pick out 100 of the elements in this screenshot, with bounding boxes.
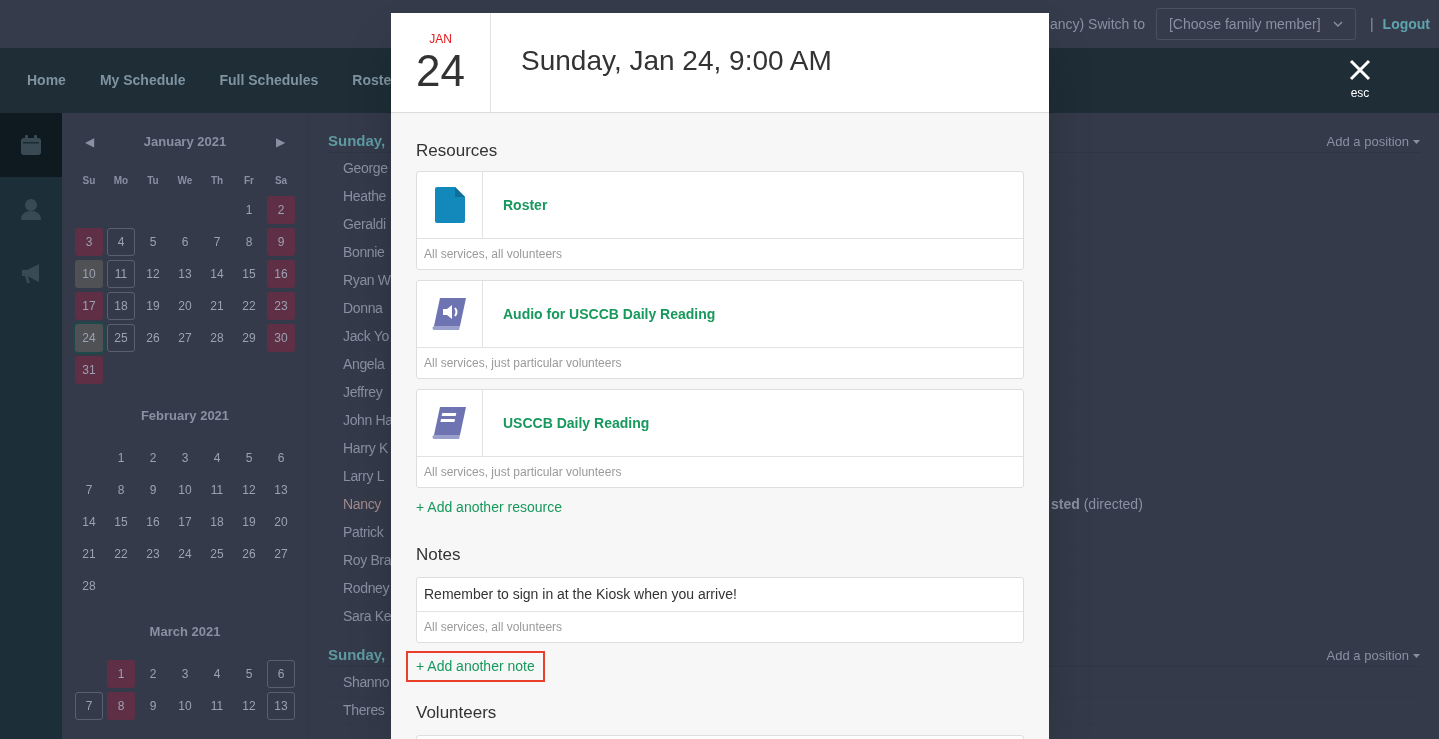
- volunteer-name: Rodney: [343, 579, 391, 598]
- calendar-day[interactable]: 14: [203, 260, 231, 288]
- calendar-day[interactable]: 8: [235, 228, 263, 256]
- resource-link[interactable]: USCCB Daily Reading: [503, 412, 650, 434]
- calendar-day[interactable]: 26: [139, 324, 167, 352]
- day-heading: Sunday,: [328, 131, 387, 152]
- calendar-day[interactable]: 28: [75, 572, 103, 600]
- calendar-day[interactable]: 13: [171, 260, 199, 288]
- calendar-day[interactable]: 3: [171, 444, 199, 472]
- nav-link[interactable]: Roste: [352, 70, 392, 91]
- calendar-day[interactable]: 22: [235, 292, 263, 320]
- add-position-dropdown[interactable]: Add a position: [1326, 131, 1420, 152]
- calendar-day[interactable]: 17: [75, 292, 103, 320]
- calendar-day[interactable]: 9: [267, 228, 295, 256]
- add-note-link[interactable]: + Add another note: [406, 651, 545, 682]
- calendar-day[interactable]: 13: [267, 692, 295, 720]
- calendar-day[interactable]: 15: [235, 260, 263, 288]
- calendar-day[interactable]: 12: [139, 260, 167, 288]
- volunteer-name: Heathe: [343, 187, 388, 206]
- volunteer-name: Ryan W: [343, 271, 391, 290]
- resource-scope: All services, just particular volunteers: [424, 355, 622, 372]
- next-month-button[interactable]: ▶: [276, 133, 285, 151]
- calendar-day[interactable]: 20: [171, 292, 199, 320]
- calendar-day[interactable]: 18: [203, 508, 231, 536]
- calendar-day[interactable]: 22: [107, 540, 135, 568]
- calendar-day[interactable]: 1: [107, 660, 135, 688]
- calendar-day[interactable]: 29: [235, 324, 263, 352]
- add-resource-link[interactable]: + Add another resource: [416, 492, 562, 523]
- calendar-day[interactable]: 21: [203, 292, 231, 320]
- calendar-day[interactable]: 15: [107, 508, 135, 536]
- family-member-select[interactable]: [Choose family member]: [1155, 8, 1356, 40]
- nav-link[interactable]: Full Schedules: [219, 70, 319, 91]
- calendar-day[interactable]: 31: [75, 356, 103, 384]
- nav-link[interactable]: Home: [27, 70, 66, 91]
- calendar-day[interactable]: 5: [235, 660, 263, 688]
- calendar-day[interactable]: 23: [139, 540, 167, 568]
- calendar-day[interactable]: 16: [267, 260, 295, 288]
- calendar-day[interactable]: 19: [235, 508, 263, 536]
- calendar-day[interactable]: 11: [203, 692, 231, 720]
- logout-link[interactable]: Logout: [1382, 13, 1430, 35]
- calendar-day[interactable]: 26: [235, 540, 263, 568]
- calendar-day[interactable]: 20: [267, 508, 295, 536]
- close-button[interactable]: [1348, 58, 1372, 82]
- calendar-day[interactable]: 19: [139, 292, 167, 320]
- calendar-day[interactable]: 3: [171, 660, 199, 688]
- calendar-day[interactable]: 11: [203, 476, 231, 504]
- calendar-day[interactable]: 8: [107, 476, 135, 504]
- volunteer-name: Geraldi: [343, 215, 387, 234]
- volunteer-name: Theres: [343, 701, 386, 720]
- calendar-day[interactable]: 5: [139, 228, 167, 256]
- audio-book-icon: [431, 296, 468, 332]
- previous-month-button[interactable]: ◀: [85, 133, 94, 151]
- calendar-day[interactable]: 17: [171, 508, 199, 536]
- resource-link[interactable]: Roster: [503, 194, 548, 216]
- calendar-day[interactable]: 2: [139, 444, 167, 472]
- calendar-day[interactable]: 21: [75, 540, 103, 568]
- calendar-day[interactable]: 8: [107, 692, 135, 720]
- calendar-day[interactable]: 6: [171, 228, 199, 256]
- calendar-day[interactable]: 4: [203, 660, 231, 688]
- calendar-day[interactable]: 23: [267, 292, 295, 320]
- calendar-day[interactable]: 4: [203, 444, 231, 472]
- calendar-day[interactable]: 5: [235, 444, 263, 472]
- calendar-day[interactable]: 25: [107, 324, 135, 352]
- calendar-day[interactable]: 14: [75, 508, 103, 536]
- calendar-day[interactable]: 7: [75, 692, 103, 720]
- calendar-day[interactable]: 11: [107, 260, 135, 288]
- calendar-day[interactable]: 25: [203, 540, 231, 568]
- calendar-day[interactable]: 9: [139, 692, 167, 720]
- calendar-day[interactable]: 27: [267, 540, 295, 568]
- calendar-day[interactable]: 24: [75, 324, 103, 352]
- nav-link[interactable]: My Schedule: [99, 70, 186, 91]
- calendar-day[interactable]: 16: [139, 508, 167, 536]
- calendar-day[interactable]: 4: [107, 228, 135, 256]
- add-position-dropdown[interactable]: Add a position: [1326, 645, 1420, 666]
- calendar-day[interactable]: 2: [139, 660, 167, 688]
- calendar-day[interactable]: 1: [235, 196, 263, 224]
- calendar-day[interactable]: 18: [107, 292, 135, 320]
- calendar-day[interactable]: 10: [75, 260, 103, 288]
- calendar-day[interactable]: 7: [75, 476, 103, 504]
- calendar-day[interactable]: 9: [139, 476, 167, 504]
- calendar-day[interactable]: 30: [267, 324, 295, 352]
- calendar-day[interactable]: 10: [171, 476, 199, 504]
- calendar-day[interactable]: 10: [171, 692, 199, 720]
- calendar-day[interactable]: 1: [107, 444, 135, 472]
- calendar-day[interactable]: 28: [203, 324, 231, 352]
- calendar-day[interactable]: 12: [235, 692, 263, 720]
- calendar-day[interactable]: 6: [267, 660, 295, 688]
- calendar-day[interactable]: 2: [267, 196, 295, 224]
- resource-link[interactable]: Audio for USCCB Daily Reading: [503, 303, 716, 325]
- calendar-day[interactable]: 6: [267, 444, 295, 472]
- calendar-day[interactable]: 12: [235, 476, 263, 504]
- volunteer-name: Nancy: [343, 495, 382, 514]
- calendar-day[interactable]: 24: [171, 540, 199, 568]
- calendar-day[interactable]: 27: [171, 324, 199, 352]
- volunteer-name: Angela: [343, 355, 386, 374]
- calendar-day[interactable]: 13: [267, 476, 295, 504]
- calendar-day[interactable]: 3: [75, 228, 103, 256]
- calendar-day[interactable]: 7: [203, 228, 231, 256]
- sidebar-item[interactable]: [0, 113, 62, 177]
- month-title: March 2021: [149, 623, 221, 642]
